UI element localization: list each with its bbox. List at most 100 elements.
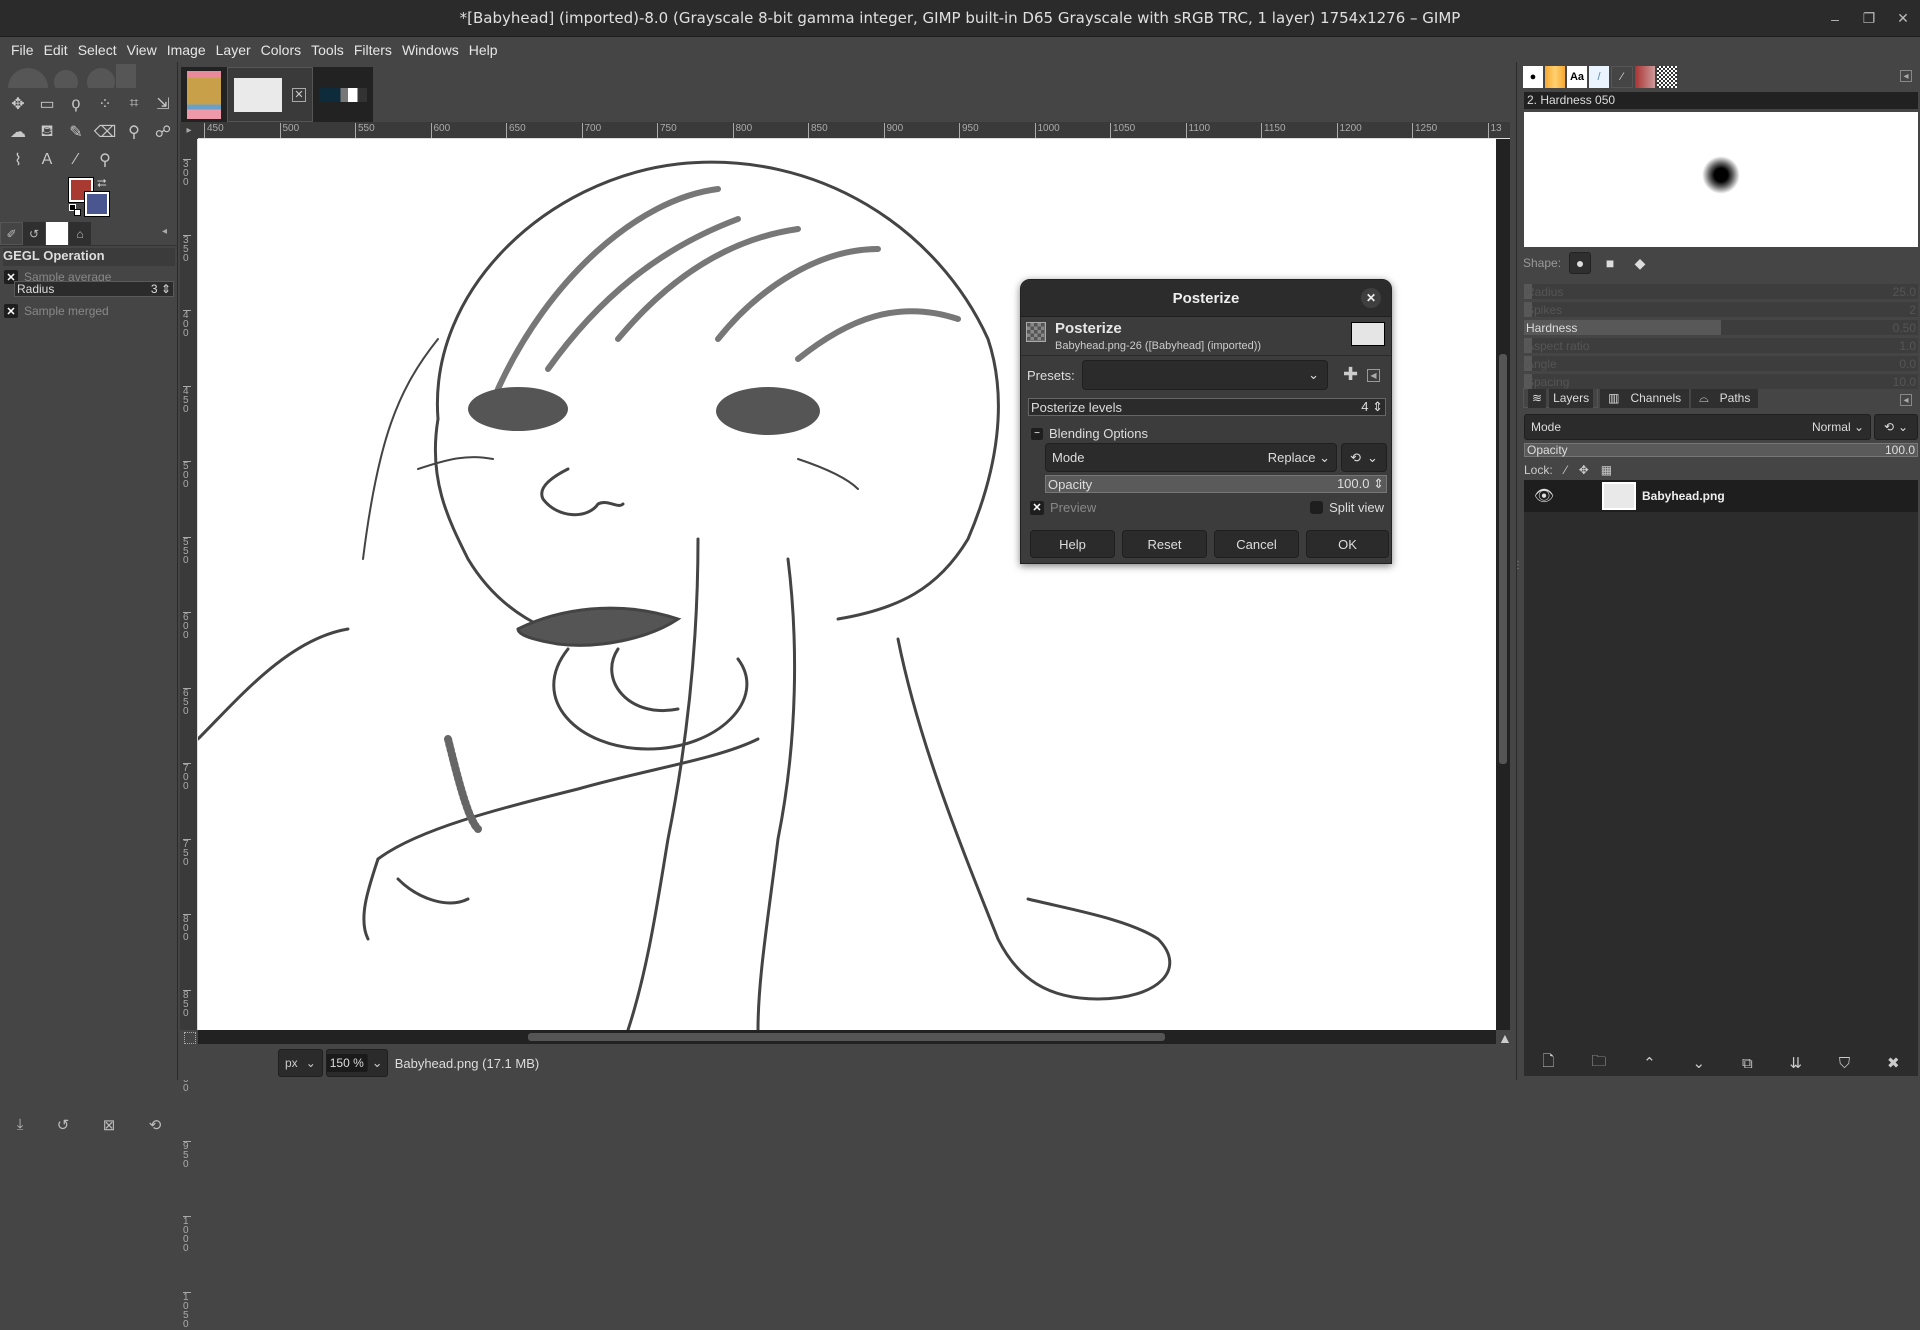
swap-colors-icon[interactable]: ⮂: [97, 176, 107, 191]
restore-preset-icon[interactable]: ↺: [57, 1116, 70, 1134]
move-tool-icon[interactable]: ✥: [4, 90, 32, 118]
unit-selector[interactable]: px ⌄: [278, 1049, 323, 1077]
tool-options-tab-icon[interactable]: ✐: [0, 222, 23, 245]
palettes-tab-icon[interactable]: [1635, 66, 1655, 88]
close-tab-icon[interactable]: ✕: [292, 87, 306, 102]
duplicate-layer-icon[interactable]: ⧉: [1742, 1055, 1753, 1072]
menu-help[interactable]: Help: [464, 42, 503, 58]
brush-param-spikes[interactable]: Spikes 2: [1524, 302, 1918, 317]
add-mask-icon[interactable]: ⛉: [1839, 1055, 1850, 1072]
raise-layer-icon[interactable]: ⌃: [1643, 1054, 1656, 1072]
clone-tool-icon[interactable]: ⚲: [120, 118, 148, 146]
composite-mode-select[interactable]: ⟲ ⌄: [1341, 443, 1387, 472]
posterize-levels-spinner[interactable]: Posterize levels 4 ⇕: [1028, 398, 1386, 416]
menu-file[interactable]: File: [6, 42, 39, 58]
blend-mode-select[interactable]: Mode Replace ⌄: [1045, 443, 1337, 472]
device-status-tab-icon[interactable]: ⌂: [69, 222, 92, 245]
reset-button[interactable]: Reset: [1122, 530, 1207, 558]
tab-layers[interactable]: ≋ Layers: [1523, 388, 1599, 408]
radius-spinner[interactable]: Radius 3 ⇕: [14, 281, 174, 297]
fonts-tab-icon[interactable]: Aa: [1567, 66, 1587, 88]
dock-menu-icon[interactable]: ◂: [1900, 70, 1912, 82]
lock-pixels-icon[interactable]: ⁄: [1565, 463, 1567, 477]
sample-merged-checkbox[interactable]: ✕ Sample merged: [4, 304, 109, 318]
blending-options-expander[interactable]: − Blending Options: [1031, 426, 1148, 441]
image-tab-teen[interactable]: [181, 67, 227, 122]
close-button[interactable]: ✕: [1886, 10, 1920, 27]
reset-options-icon[interactable]: ⟲: [149, 1116, 162, 1134]
save-preset-icon[interactable]: ⤓: [17, 1116, 24, 1133]
dynamics-tab-icon[interactable]: [1657, 66, 1677, 88]
bucket-fill-tool-icon[interactable]: ⛾: [33, 118, 61, 146]
square-shape-icon[interactable]: ■: [1599, 252, 1621, 274]
minimize-button[interactable]: –: [1818, 11, 1852, 27]
levels-value[interactable]: 4 ⇕: [1361, 399, 1383, 415]
paths-tool-icon[interactable]: ⌇: [4, 146, 32, 174]
lock-position-icon[interactable]: ✥: [1579, 463, 1589, 477]
layer-row[interactable]: 👁 Babyhead.png: [1524, 480, 1918, 512]
images-tab-icon[interactable]: [46, 222, 69, 245]
menu-filters[interactable]: Filters: [349, 42, 397, 58]
dialog-titlebar[interactable]: Posterize ✕: [1021, 280, 1391, 317]
horizontal-scrollbar[interactable]: [198, 1030, 1496, 1044]
image-tab-babyhead[interactable]: ✕: [227, 67, 313, 122]
diamond-shape-icon[interactable]: ◆: [1629, 252, 1651, 274]
crop-tool-icon[interactable]: ⌗: [120, 90, 148, 118]
menu-layer[interactable]: Layer: [211, 42, 256, 58]
visibility-eye-icon[interactable]: 👁: [1524, 486, 1564, 506]
delete-layer-icon[interactable]: ✖: [1887, 1054, 1900, 1072]
brush-name-field[interactable]: 2. Hardness 050: [1524, 92, 1918, 109]
dock-menu-icon[interactable]: ◂: [162, 226, 167, 237]
tab-channels[interactable]: ▥ Channels: [1600, 388, 1690, 408]
tab-paths[interactable]: ⌓ Paths: [1691, 388, 1759, 408]
split-view-checkbox[interactable]: Split view: [1310, 500, 1384, 515]
presets-combo[interactable]: ⌄: [1082, 360, 1328, 390]
zoom-value[interactable]: 150 %: [326, 1054, 367, 1072]
brush-param-spacing[interactable]: Spacing 10.0: [1524, 374, 1918, 389]
menu-image[interactable]: Image: [162, 42, 211, 58]
menu-colors[interactable]: Colors: [256, 42, 306, 58]
merge-down-icon[interactable]: ⇊: [1790, 1054, 1803, 1072]
quick-mask-toggle-icon[interactable]: [184, 1032, 196, 1044]
image-canvas[interactable]: [198, 139, 1496, 1030]
chevron-down-icon[interactable]: ⌄: [366, 1055, 387, 1071]
image-tab-screenshot[interactable]: [313, 67, 373, 122]
lasso-tool-icon[interactable]: ϙ: [62, 90, 90, 118]
transform-tool-icon[interactable]: ⇲: [149, 90, 177, 118]
dialog-close-button[interactable]: ✕: [1361, 288, 1381, 308]
menu-select[interactable]: Select: [73, 42, 122, 58]
zoom-tool-icon[interactable]: ⚲: [91, 146, 119, 174]
menu-tools[interactable]: Tools: [306, 42, 349, 58]
brushes-tab-icon[interactable]: ●: [1523, 66, 1543, 88]
vertical-scrollbar[interactable]: [1496, 139, 1510, 1030]
maximize-button[interactable]: ❐: [1852, 10, 1886, 27]
menu-windows[interactable]: Windows: [397, 42, 464, 58]
lower-layer-icon[interactable]: ⌄: [1693, 1054, 1706, 1072]
rect-select-tool-icon[interactable]: ▭: [33, 90, 61, 118]
delete-preset-icon[interactable]: ⊠: [103, 1116, 116, 1134]
gradients-tab-icon[interactable]: [1545, 66, 1565, 88]
brush-editor-tab-icon[interactable]: ⁄: [1611, 66, 1633, 88]
brush-param-aspect-ratio[interactable]: Aspect ratio 1.0: [1524, 338, 1918, 353]
patterns-tab-icon[interactable]: /: [1589, 66, 1609, 88]
brush-param-hardness[interactable]: Hardness 0.50: [1524, 320, 1918, 335]
default-colors-icon[interactable]: [69, 204, 81, 216]
background-color-swatch[interactable]: [84, 191, 110, 217]
undo-history-tab-icon[interactable]: ↺: [23, 222, 46, 245]
ok-button[interactable]: OK: [1306, 530, 1389, 558]
circle-shape-icon[interactable]: ●: [1569, 252, 1592, 274]
preset-menu-icon[interactable]: ◀: [1367, 369, 1380, 382]
menu-edit[interactable]: Edit: [39, 42, 73, 58]
zoom-selector[interactable]: 150 % ⌄: [325, 1049, 388, 1077]
new-layer-group-icon[interactable]: 🗀: [1591, 1051, 1606, 1076]
navigate-icon[interactable]: ▲: [1498, 1030, 1512, 1046]
menu-view[interactable]: View: [122, 42, 162, 58]
composite-mode-select[interactable]: ⟲ ⌄: [1874, 414, 1918, 440]
help-button[interactable]: Help: [1030, 530, 1115, 558]
layer-mode-select[interactable]: Mode Normal ⌄: [1524, 414, 1871, 440]
dock-resize-handle[interactable]: ⋮: [1513, 560, 1523, 571]
add-preset-icon[interactable]: ✚: [1343, 364, 1358, 385]
ruler-corner-menu-icon[interactable]: ▸: [180, 122, 198, 139]
layer-opacity-slider[interactable]: Opacity 100.0: [1524, 443, 1918, 457]
preview-checkbox[interactable]: ✕ Preview: [1030, 500, 1096, 515]
